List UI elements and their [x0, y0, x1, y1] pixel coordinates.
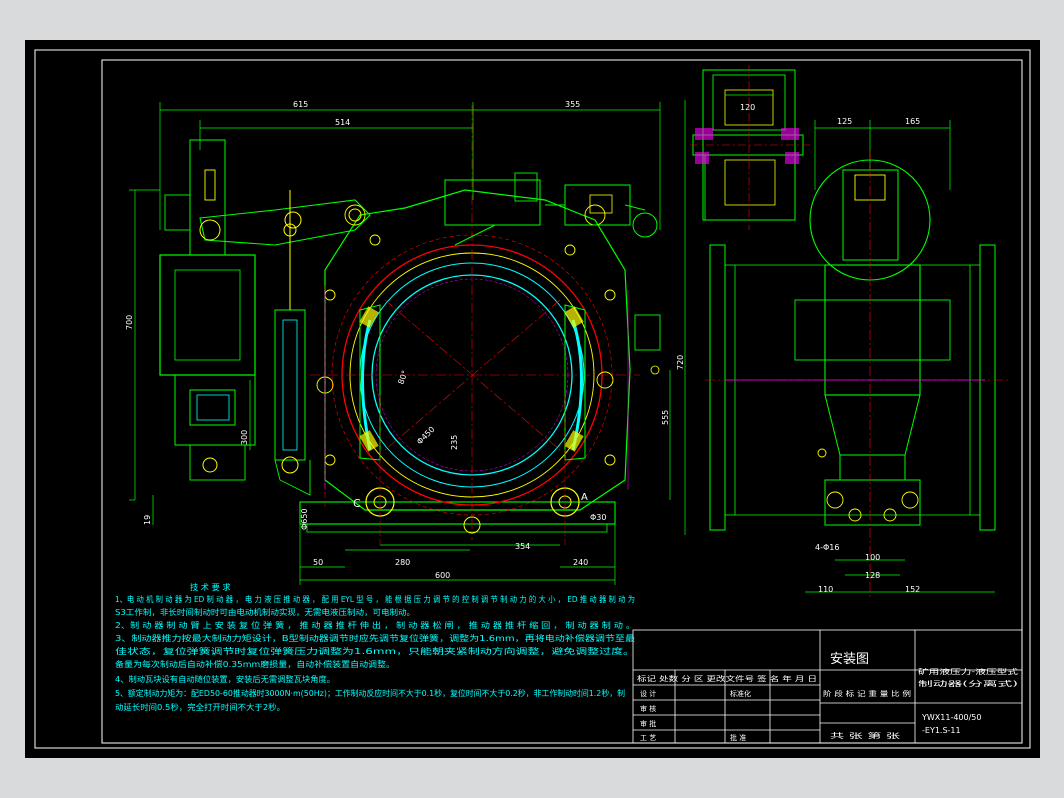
dim-phi650: Φ650 [300, 508, 309, 530]
note-line-2: S3工作制，非长时间制动时可由电动机制动实现，无需电液压制动，可电制动。 [115, 607, 415, 617]
dim-120: 120 [740, 103, 755, 112]
mark-a: A [581, 492, 588, 503]
outer-frame [34, 49, 1031, 749]
cad-drawing: 615 355 514 700 720 555 300 19 Φ650 50 2… [34, 49, 1031, 749]
drawing-canvas: 615 355 514 700 720 555 300 19 Φ650 50 2… [25, 40, 1040, 758]
dim-514: 514 [335, 118, 350, 127]
drawing-title: 安装图 [830, 652, 869, 667]
dim-615: 615 [293, 100, 308, 109]
row-craft: 工 艺 [640, 734, 656, 742]
dim-110: 110 [818, 585, 833, 594]
dim-50: 50 [313, 558, 323, 567]
dim-angle: 80° [396, 369, 409, 385]
note-line-9: 动延长时间0.5秒，完全打开时间不大于2秒。 [115, 702, 285, 712]
dim-100: 100 [865, 553, 880, 562]
dim-355: 355 [565, 100, 580, 109]
dim-radius: Φ450 [415, 425, 437, 447]
note-line-5: 佳状态，复位弹簧调节时复位弹簧压力调整为1.6mm，只能朝夹紧制动方向调整，避免… [115, 646, 635, 656]
dim-165: 165 [905, 117, 920, 126]
left-header: 标记 处数 分 区 更改文件号 签 名 年 月 日 [637, 674, 817, 683]
model-1: YWX11-400/50 [921, 713, 982, 722]
dim-holes: 4-Φ16 [815, 543, 839, 552]
right-header: 阶 段 标 记 重 量 比 例 [823, 689, 911, 698]
side-view [705, 120, 1010, 600]
sheet-footer: 共 张 第 张 [830, 731, 900, 740]
dim-125: 125 [837, 117, 852, 126]
row-check: 审 核 [640, 704, 656, 713]
dim-19: 19 [143, 515, 152, 525]
product-name-1: 矿用液压力-液压型式 [918, 667, 1018, 676]
approve2-label: 批 准 [730, 733, 746, 742]
dim-phi30: Φ30 [590, 513, 606, 522]
dim-354: 354 [515, 542, 530, 551]
dim-720: 720 [676, 355, 685, 370]
notes-heading: 技 术 要 求 [190, 582, 231, 592]
dim-152: 152 [905, 585, 920, 594]
note-line-3: 2、制 动 器 制 动 臂 上 安 装 复 位 弹 簧 ， 推 动 器 推 杆 … [115, 620, 635, 630]
row-design: 设 计 [640, 689, 656, 698]
dim-600: 600 [435, 571, 450, 580]
dim-128: 128 [865, 571, 880, 580]
row-approve: 审 批 [640, 719, 656, 728]
note-line-7: 4、制动瓦块设有自动随位装置，安装后无需调整瓦块角度。 [115, 674, 335, 684]
dim-235: 235 [450, 435, 459, 450]
dim-700: 700 [125, 315, 134, 330]
product-name-2: 制动器(分离式) [918, 679, 1019, 688]
model-2: -EY1.S-11 [922, 726, 961, 735]
note-line-4: 3、制动器推力按最大制动力矩设计，B型制动器调节时应先调节复位弹簧，调整为1.6… [115, 633, 635, 643]
dim-555: 555 [661, 410, 670, 425]
dim-240: 240 [573, 558, 588, 567]
note-line-1: 1、电 动 机 制 动 器 为 ED 制 动 器 ， 电 力 液 压 推 动 器… [115, 594, 635, 604]
stdz-label: 标准化 [730, 689, 751, 698]
note-line-8: 5、额定制动力矩为：配ED50-60推动器时3000N·m(50Hz)；工作制动… [115, 688, 625, 698]
detail-view [690, 65, 810, 230]
mark-c: C [353, 497, 361, 510]
note-line-6: 备量为每次制动后自动补偿0.35mm磨损量，自动补偿装置自动调整。 [115, 659, 395, 669]
dim-280: 280 [395, 558, 410, 567]
technical-notes: 技 术 要 求 1、电 动 机 制 动 器 为 ED 制 动 器 ， 电 力 液… [115, 582, 635, 712]
dim-300: 300 [240, 430, 249, 445]
